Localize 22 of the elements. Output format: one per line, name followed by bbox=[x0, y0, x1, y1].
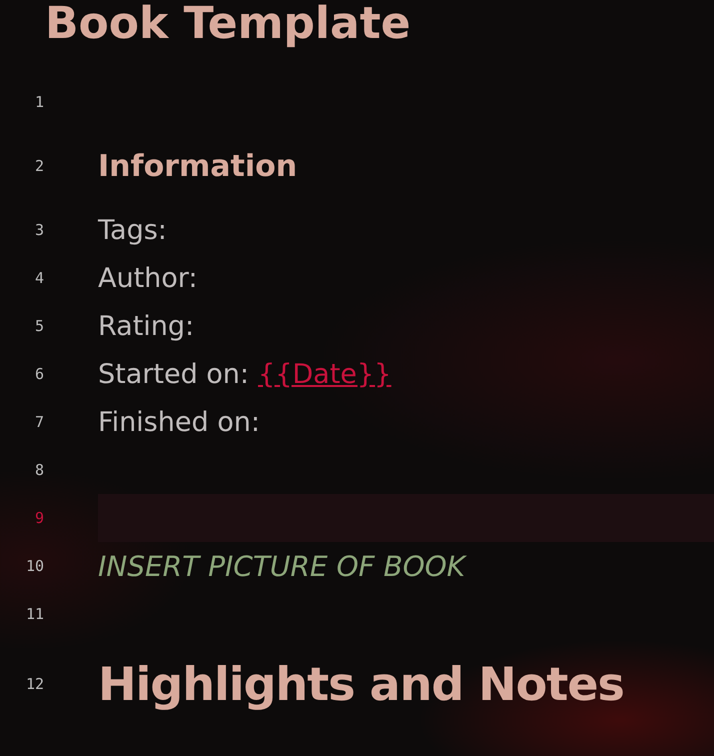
field-label: Finished on: bbox=[98, 406, 260, 438]
line-number: 11 bbox=[24, 604, 44, 625]
template-variable-link[interactable]: {{Date}} bbox=[258, 358, 392, 390]
placeholder-note: INSERT PICTURE OF BOOK bbox=[98, 550, 466, 582]
note-title: Book Template bbox=[44, 0, 412, 51]
field-label: Author: bbox=[98, 262, 198, 294]
line-number: 9 bbox=[34, 508, 44, 529]
line-number: 2 bbox=[34, 156, 44, 177]
line-number: 3 bbox=[34, 220, 44, 241]
section-heading: Highlights and Notes bbox=[98, 657, 624, 711]
line-number: 7 bbox=[34, 412, 44, 433]
section-heading: Information bbox=[98, 148, 298, 184]
field-label: Tags: bbox=[98, 214, 167, 246]
field-label: Started on: bbox=[98, 358, 250, 390]
line-number: 1 bbox=[34, 92, 44, 113]
field-label: Rating: bbox=[98, 310, 194, 342]
line-number: 5 bbox=[34, 316, 44, 337]
line-number: 8 bbox=[34, 460, 44, 481]
line-number: 12 bbox=[24, 674, 44, 695]
line-number: 4 bbox=[34, 268, 44, 289]
line-number: 6 bbox=[34, 364, 44, 385]
line-number: 10 bbox=[24, 556, 44, 577]
